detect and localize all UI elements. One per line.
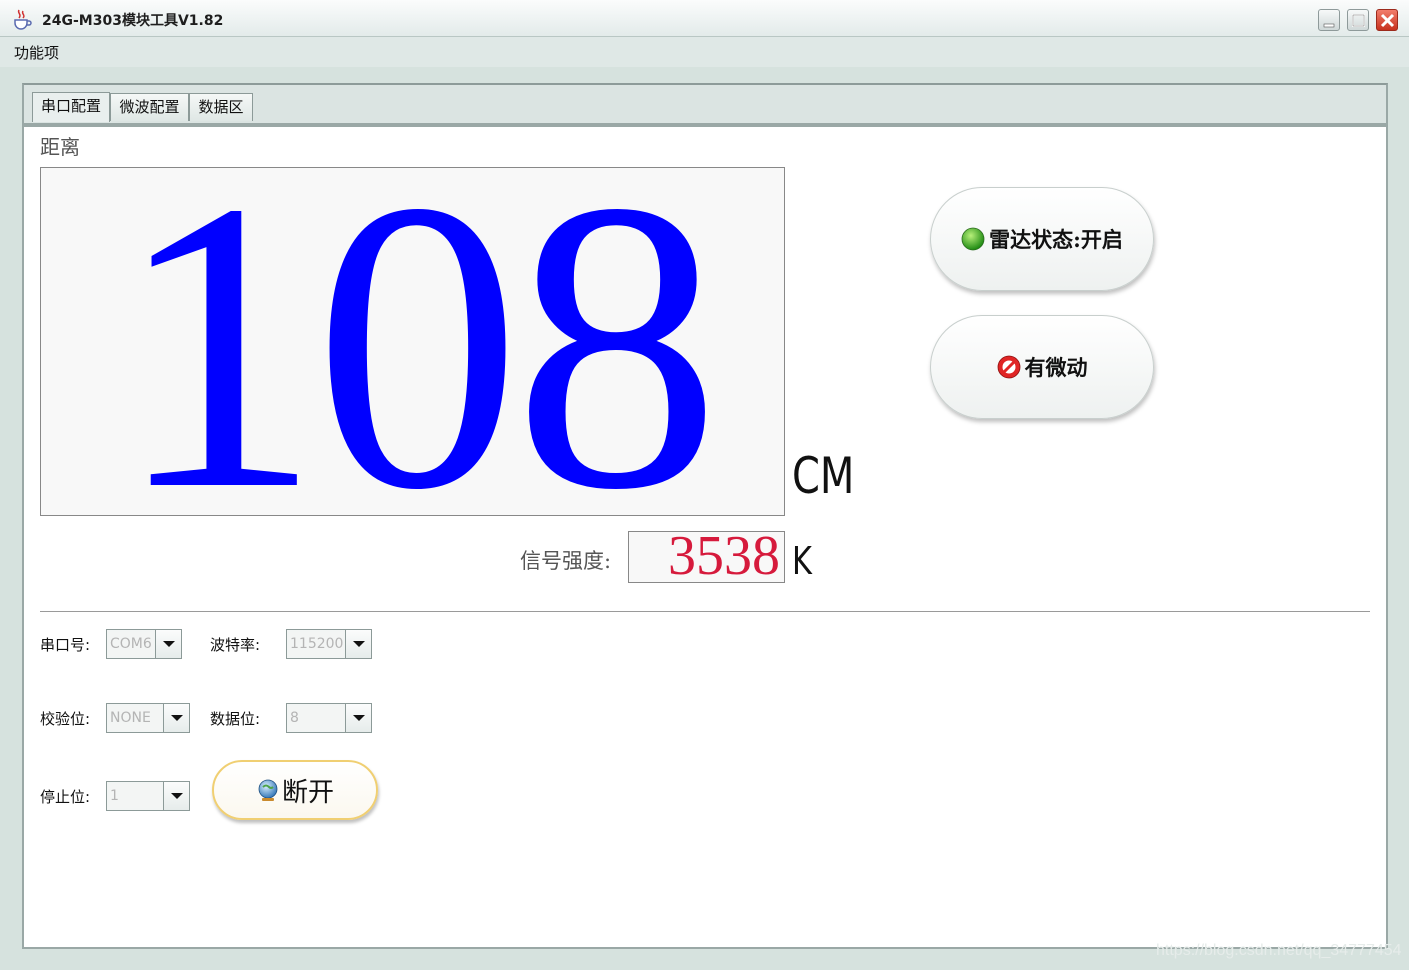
signal-strength-display: 3538 xyxy=(628,531,785,583)
minimize-button[interactable] xyxy=(1318,9,1340,31)
chevron-down-icon xyxy=(353,641,365,647)
port-label: 串口号: xyxy=(40,636,91,654)
distance-label: 距离 xyxy=(40,135,80,159)
close-button[interactable] xyxy=(1376,9,1398,31)
signal-strength-label: 信号强度: xyxy=(520,549,612,573)
baud-value: 115200 xyxy=(289,632,343,656)
baud-select[interactable]: 115200 xyxy=(286,629,372,659)
radar-status-button[interactable]: 雷达状态:开启 xyxy=(930,187,1154,291)
minimize-icon xyxy=(1323,23,1335,28)
chevron-down-icon xyxy=(171,793,183,799)
databits-label: 数据位: xyxy=(210,710,261,728)
maximize-button[interactable] xyxy=(1347,9,1369,31)
red-stop-icon xyxy=(997,355,1020,379)
chevron-down-icon xyxy=(163,641,175,647)
motion-status-label: 有微动 xyxy=(1024,355,1088,380)
parity-select[interactable]: NONE xyxy=(106,703,190,733)
port-dropdown-button[interactable] xyxy=(155,630,181,658)
maximize-icon xyxy=(1352,14,1365,27)
radar-status-label: 雷达状态:开启 xyxy=(989,227,1123,252)
port-value: COM6 xyxy=(109,632,153,656)
stopbits-value: 1 xyxy=(109,784,161,808)
motion-status-button[interactable]: 有微动 xyxy=(930,315,1154,419)
main-panel: 串口配置 微波配置 数据区 距离 108 CM 信号强度: 3538 K 雷达状… xyxy=(22,83,1388,949)
databits-dropdown-button[interactable] xyxy=(345,704,371,732)
disconnect-label: 断开 xyxy=(281,777,334,808)
signal-strength-unit: K xyxy=(792,539,812,583)
menu-item-functions[interactable]: 功能项 xyxy=(14,42,59,63)
distance-display: 108 xyxy=(40,167,785,516)
chevron-down-icon xyxy=(171,715,183,721)
distance-unit: CM xyxy=(792,447,855,505)
port-select[interactable]: COM6 xyxy=(106,629,182,659)
distance-value: 108 xyxy=(114,167,721,516)
window-title: 24G-M303模块工具V1.82 xyxy=(42,13,224,29)
green-dot-icon xyxy=(961,227,985,251)
baud-dropdown-button[interactable] xyxy=(345,630,371,658)
tab-content: 距离 108 CM 信号强度: 3538 K 雷达状态:开启 有微动 串口号: … xyxy=(24,123,1386,947)
java-cup-icon xyxy=(14,9,32,30)
close-icon xyxy=(1380,13,1395,28)
baud-label: 波特率: xyxy=(210,636,261,654)
stopbits-select[interactable]: 1 xyxy=(106,781,190,811)
disconnect-button[interactable]: 断开 xyxy=(212,760,378,820)
divider xyxy=(40,611,1370,613)
menu-bar: 功能项 xyxy=(0,37,1409,67)
parity-value: NONE xyxy=(109,706,161,730)
databits-select[interactable]: 8 xyxy=(286,703,372,733)
tab-data-area[interactable]: 数据区 xyxy=(189,93,253,121)
watermark: https://blog.csdn.net/qq_34777454 xyxy=(1156,942,1402,959)
stopbits-dropdown-button[interactable] xyxy=(163,782,189,810)
tab-serial-config[interactable]: 串口配置 xyxy=(32,92,110,122)
signal-strength-value: 3538 xyxy=(668,531,780,583)
title-bar: 24G-M303模块工具V1.82 xyxy=(0,0,1409,37)
globe-icon xyxy=(258,779,278,801)
chevron-down-icon xyxy=(353,715,365,721)
parity-label: 校验位: xyxy=(40,710,91,728)
databits-value: 8 xyxy=(289,706,343,730)
tab-microwave-config[interactable]: 微波配置 xyxy=(110,93,189,121)
stopbits-label: 停止位: xyxy=(40,788,91,806)
parity-dropdown-button[interactable] xyxy=(163,704,189,732)
